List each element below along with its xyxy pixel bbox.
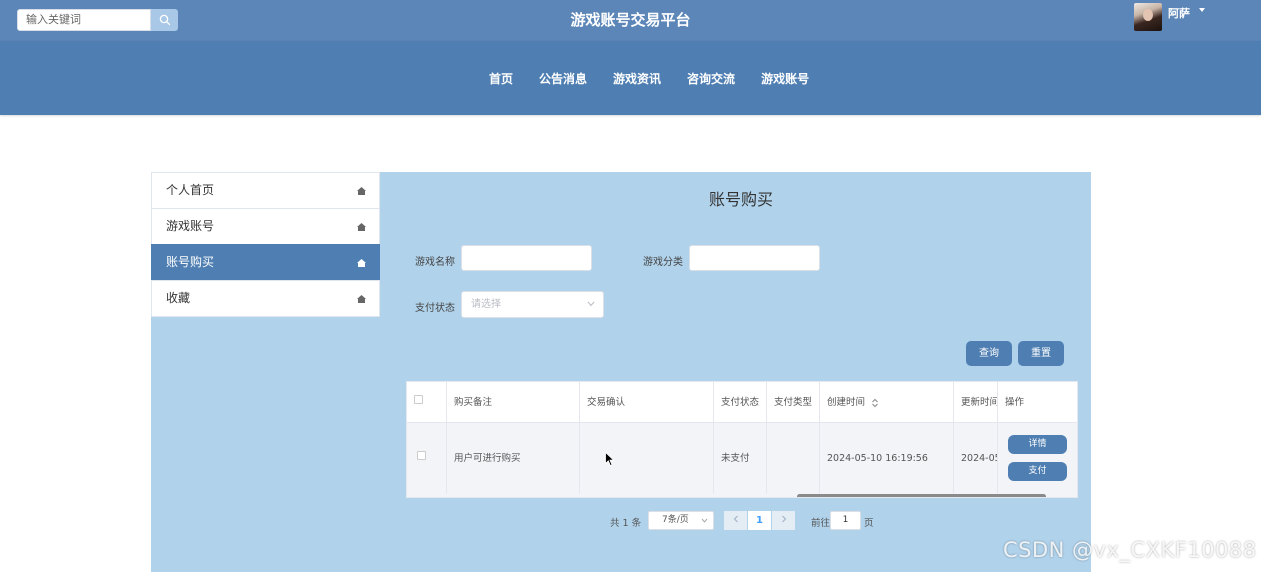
select-all-checkbox[interactable]: [414, 395, 423, 404]
top-header: 游戏账号交易平台 输入关键词 阿萨: [0, 0, 1261, 41]
nav-item-home[interactable]: 首页: [489, 70, 513, 87]
page-suffix: 页: [864, 518, 874, 529]
cell-pay-status: 未支付: [714, 423, 767, 494]
sidebar-item-label: 个人首页: [166, 183, 215, 197]
col-pay-status: 支付状态: [714, 382, 767, 423]
watermark-text: CSDN @vx_CXKF10088: [1003, 538, 1257, 562]
col-created-time[interactable]: 创建时间: [820, 382, 954, 423]
site-title: 游戏账号交易平台: [570, 11, 691, 29]
home-icon: [357, 187, 366, 195]
sidebar-item-game-accounts[interactable]: 游戏账号: [151, 208, 380, 245]
user-avatar[interactable]: [1134, 3, 1162, 31]
col-updated-time: 更新时间: [954, 382, 998, 423]
cell-purchase-note: 用户可进行购买: [447, 423, 580, 494]
sidebar-item-account-purchase[interactable]: 账号购买: [151, 244, 380, 281]
chevron-right-icon: [781, 515, 786, 523]
cell-created-time: 2024-05-10 16:19:56: [820, 423, 954, 494]
prev-page-button[interactable]: [724, 511, 747, 530]
goto-label: 前往: [811, 518, 831, 529]
pay-button[interactable]: 支付: [1008, 462, 1067, 481]
game-category-input[interactable]: [689, 245, 820, 271]
detail-button[interactable]: 详情: [1008, 435, 1067, 454]
col-created-time-label: 创建时间: [827, 397, 866, 408]
cell-trade-confirm: [580, 423, 714, 494]
horizontal-scrollbar[interactable]: [797, 494, 1046, 497]
sidebar-item-label: 收藏: [166, 291, 191, 305]
nav-item-announcements[interactable]: 公告消息: [539, 70, 587, 87]
pay-status-placeholder: 请选择: [471, 299, 501, 310]
nav-item-consult[interactable]: 咨询交流: [687, 70, 735, 87]
user-sidebar: 个人首页 游戏账号 账号购买 收藏: [151, 172, 380, 317]
cell-actions: 详情 支付: [998, 423, 1077, 494]
search-button[interactable]: [151, 9, 178, 31]
chevron-down-icon[interactable]: [1199, 8, 1205, 12]
chevron-down-icon: [587, 301, 595, 307]
page-size-select[interactable]: 7条/页: [648, 511, 714, 530]
game-name-label: 游戏名称: [415, 257, 455, 268]
pagination-total: 共 1 条: [610, 518, 642, 529]
cell-pay-type: [767, 423, 820, 494]
reset-button[interactable]: 重置: [1018, 341, 1064, 366]
mouse-cursor-icon: [605, 452, 615, 467]
nav-item-game-accounts[interactable]: 游戏账号: [761, 70, 809, 87]
home-icon: [357, 259, 366, 267]
sort-icon[interactable]: [871, 398, 879, 408]
game-name-input[interactable]: [461, 245, 592, 271]
search-icon: [159, 14, 170, 26]
header-select-cell: [407, 382, 447, 423]
pay-status-label: 支付状态: [415, 303, 455, 314]
next-page-button[interactable]: [772, 511, 795, 530]
row-checkbox[interactable]: [417, 451, 426, 460]
page-size-value: 7条/页: [662, 515, 689, 525]
sidebar-item-label: 账号购买: [166, 255, 215, 269]
col-pay-type: 支付类型: [767, 382, 820, 423]
col-purchase-note: 购买备注: [447, 382, 580, 423]
page-title: 账号购买: [708, 190, 773, 209]
home-icon: [357, 223, 366, 231]
nav-item-game-news[interactable]: 游戏资讯: [613, 70, 661, 87]
chevron-down-icon: [701, 518, 708, 523]
main-nav: 首页 公告消息 游戏资讯 咨询交流 游戏账号: [0, 41, 1261, 115]
user-name[interactable]: 阿萨: [1168, 5, 1190, 21]
col-trade-confirm: 交易确认: [580, 382, 714, 423]
goto-page-input[interactable]: 1: [830, 511, 861, 530]
cell-updated-time: 2024-05-: [954, 423, 998, 494]
col-actions: 操作: [1005, 397, 1025, 408]
table-header: 购买备注 交易确认 支付状态 支付类型 创建时间 更新时间 操作: [407, 382, 1077, 423]
pay-status-select[interactable]: 请选择: [461, 291, 604, 318]
sidebar-item-favorites[interactable]: 收藏: [151, 280, 380, 317]
sidebar-item-profile-home[interactable]: 个人首页: [151, 172, 380, 209]
game-category-label: 游戏分类: [643, 257, 683, 268]
home-icon: [357, 295, 366, 303]
search-input[interactable]: 输入关键词: [17, 9, 151, 31]
purchase-table: 购买备注 交易确认 支付状态 支付类型 创建时间 更新时间 操作 用户可进行购买…: [406, 381, 1078, 498]
page-number-current[interactable]: 1: [748, 511, 771, 530]
chevron-left-icon: [733, 515, 738, 523]
sidebar-item-label: 游戏账号: [166, 219, 215, 233]
row-select-cell: [407, 423, 447, 494]
query-button[interactable]: 查询: [966, 341, 1012, 366]
